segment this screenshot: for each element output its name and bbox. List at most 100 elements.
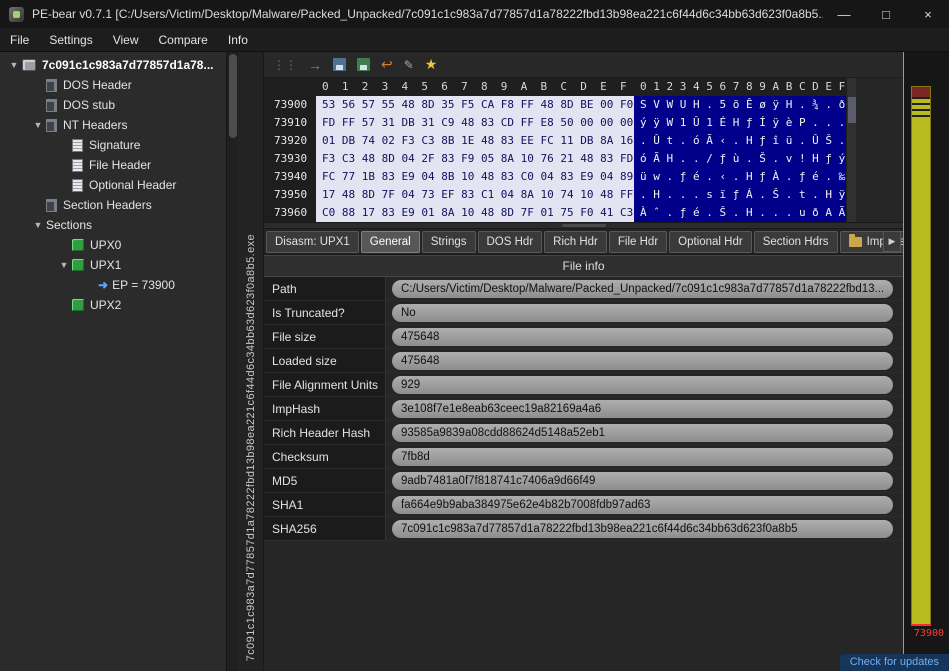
hex-scrollbar-thumb[interactable] bbox=[848, 97, 856, 123]
hex-bytes-row[interactable]: 01 DB 74 02 F3 C3 8B 1E 48 83 EE FC 11 D… bbox=[316, 132, 634, 150]
tree-item-dos-header[interactable]: DOS Header bbox=[0, 75, 226, 95]
hex-toolbar: ⋮⋮ → ↩ ✎ ★ bbox=[264, 52, 903, 78]
section-icon bbox=[72, 259, 84, 271]
file-size-value: 475648 bbox=[392, 328, 893, 346]
tab-optional-hdr[interactable]: Optional Hdr bbox=[669, 231, 752, 253]
undo-icon[interactable]: ↩ bbox=[381, 56, 393, 73]
title-bar: PE-bear v0.7.1 [C:/Users/Victim/Desktop/… bbox=[0, 0, 949, 28]
tree-item-optional-header[interactable]: Optional Header bbox=[0, 175, 226, 195]
file-alignment-value: 929 bbox=[392, 376, 893, 394]
chevron-down-icon[interactable]: ▼ bbox=[30, 120, 46, 130]
hex-bytes-row[interactable]: 17 48 8D 7F 04 73 EF 83 C1 04 8A 10 74 1… bbox=[316, 186, 634, 204]
tree-item-section-headers[interactable]: Section Headers bbox=[0, 195, 226, 215]
md5-value: 9adb7481a0f7f818741c7406a9d66f49 bbox=[392, 472, 893, 490]
tab-general[interactable]: General bbox=[361, 231, 420, 253]
hex-bytes-row[interactable]: F3 C3 48 8D 04 2F 83 F9 05 8A 10 76 21 4… bbox=[316, 150, 634, 168]
file-map-bar[interactable] bbox=[911, 86, 931, 626]
hex-bytes-row[interactable]: FD FF 57 31 DB 31 C9 48 83 CD FF E8 50 0… bbox=[316, 114, 634, 132]
is-truncated-value: No bbox=[392, 304, 893, 322]
dump-icon[interactable] bbox=[357, 58, 370, 71]
file-map-sections-segment bbox=[912, 97, 930, 119]
path-value: C:/Users/Victim/Desktop/Malware/Packed_U… bbox=[392, 280, 893, 298]
splitter-grip[interactable] bbox=[562, 224, 606, 227]
rich-header-hash-value: 93585a9839a08cdd88624d5148a52eb1 bbox=[392, 424, 893, 442]
ascii-row[interactable]: ü w . ƒ é . ‹ . H ƒ À . ƒ é . ‰ bbox=[634, 168, 846, 186]
tab-rich-hdr[interactable]: Rich Hdr bbox=[544, 231, 607, 253]
chevron-down-icon[interactable]: ▼ bbox=[56, 260, 72, 270]
hex-offset: 73920 bbox=[264, 132, 316, 150]
window-controls: — □ × bbox=[823, 0, 949, 28]
table-row: File size 475648 bbox=[264, 325, 903, 349]
ascii-row[interactable]: ý ÿ W 1 Û 1 É H ƒ Í ÿ è P . . . bbox=[634, 114, 846, 132]
main-panel: ⋮⋮ → ↩ ✎ ★ 73900 73910 73920 73930 73940… bbox=[264, 52, 903, 671]
menu-info[interactable]: Info bbox=[218, 30, 258, 50]
file-info-table: Path C:/Users/Victim/Desktop/Malware/Pac… bbox=[264, 277, 903, 671]
tree-scrollbar-thumb[interactable] bbox=[229, 54, 237, 138]
tree-item-root[interactable]: ▼ 7c091c1c983a7d77857d1a78... bbox=[0, 55, 226, 75]
ep-marker-label: 73900 bbox=[914, 628, 944, 639]
hex-bytes-row[interactable]: FC 77 1B 83 E9 04 8B 10 48 83 C0 04 83 E… bbox=[316, 168, 634, 186]
window-title: PE-bear v0.7.1 [C:/Users/Victim/Desktop/… bbox=[32, 7, 823, 21]
tree-item-file-header[interactable]: File Header bbox=[0, 155, 226, 175]
tree-item-dos-stub[interactable]: DOS stub bbox=[0, 95, 226, 115]
tab-dos-hdr[interactable]: DOS Hdr bbox=[478, 231, 543, 253]
page-icon bbox=[72, 139, 83, 152]
close-button[interactable]: × bbox=[907, 0, 949, 28]
header-icon bbox=[46, 119, 57, 132]
entry-point-arrow-icon: ➜ bbox=[98, 278, 108, 292]
save-icon[interactable] bbox=[333, 58, 346, 71]
tree-item-signature[interactable]: Signature bbox=[0, 135, 226, 155]
goto-offset-icon[interactable]: → bbox=[308, 57, 322, 73]
tab-scroll-right-button[interactable]: ▶ bbox=[883, 231, 901, 252]
menu-view[interactable]: View bbox=[103, 30, 149, 50]
edit-icon[interactable]: ✎ bbox=[404, 58, 414, 72]
hex-view: 73900 73910 73920 73930 73940 73950 7396… bbox=[264, 78, 903, 222]
maximize-button[interactable]: □ bbox=[865, 0, 907, 28]
ascii-row[interactable]: S V W U H . 5 õ Ê ø ÿ H . ¾ . ð bbox=[634, 96, 846, 114]
section-icon bbox=[72, 299, 84, 311]
tree-item-upx1[interactable]: ▼ UPX1 bbox=[0, 255, 226, 275]
menu-compare[interactable]: Compare bbox=[149, 30, 218, 50]
folder-icon bbox=[849, 237, 862, 247]
ep-marker-line bbox=[911, 624, 931, 626]
hex-offset: 73940 bbox=[264, 168, 316, 186]
tab-section-hdrs[interactable]: Section Hdrs bbox=[754, 231, 838, 253]
tree-item-upx0[interactable]: UPX0 bbox=[0, 235, 226, 255]
tree-scrollbar[interactable] bbox=[226, 52, 238, 671]
tab-file-hdr[interactable]: File Hdr bbox=[609, 231, 667, 253]
hex-bytes-row[interactable]: 53 56 57 55 48 8D 35 F5 CA F8 FF 48 8D B… bbox=[316, 96, 634, 114]
ascii-row[interactable]: . H . . . s ï ƒ Á . Š . t . H ÿ bbox=[634, 186, 846, 204]
tab-strings[interactable]: Strings bbox=[422, 231, 476, 253]
app-icon bbox=[9, 7, 24, 22]
check-for-updates-link[interactable]: Check for updates bbox=[840, 654, 949, 671]
hex-offset: 73930 bbox=[264, 150, 316, 168]
ascii-row[interactable]: ó Ã H . . / ƒ ù . Š . v ! H ƒ ý bbox=[634, 150, 846, 168]
menu-file[interactable]: File bbox=[0, 30, 39, 50]
hex-column-header: 0 1 2 3 4 5 6 7 8 9 A B C D E F bbox=[316, 78, 634, 96]
tree-item-nt-headers[interactable]: ▼ NT Headers bbox=[0, 115, 226, 135]
header-icon bbox=[46, 99, 57, 112]
ascii-row[interactable]: . Û t . ó Ã ‹ . H ƒ î ü . Û Š . bbox=[634, 132, 846, 150]
menu-settings[interactable]: Settings bbox=[39, 30, 102, 50]
offset-header bbox=[264, 78, 316, 96]
pe-structure-tree: ▼ 7c091c1c983a7d77857d1a78... DOS Header… bbox=[0, 52, 226, 671]
tree-item-sections[interactable]: ▼ Sections bbox=[0, 215, 226, 235]
hex-bytes-row[interactable]: C0 88 17 83 E9 01 8A 10 48 8D 7F 01 75 F… bbox=[316, 204, 634, 222]
page-icon bbox=[72, 159, 83, 172]
page-icon bbox=[72, 179, 83, 192]
detail-tabs: Disasm: UPX1 General Strings DOS Hdr Ric… bbox=[264, 229, 903, 255]
tab-disasm-upx1[interactable]: Disasm: UPX1 bbox=[266, 231, 359, 253]
splitter[interactable] bbox=[264, 222, 903, 229]
hex-scrollbar[interactable] bbox=[846, 78, 856, 222]
ascii-row[interactable]: À ˆ . ƒ é . Š . H . . . u ð A Ã bbox=[634, 204, 846, 222]
minimize-button[interactable]: — bbox=[823, 0, 865, 28]
hex-offset: 73950 bbox=[264, 186, 316, 204]
toolbar-drag-handle[interactable]: ⋮⋮ bbox=[273, 58, 297, 72]
chevron-down-icon[interactable]: ▼ bbox=[6, 60, 22, 70]
star-icon[interactable]: ★ bbox=[425, 56, 438, 73]
checksum-value: 7fb8d bbox=[392, 448, 893, 466]
hex-offset-column: 73900 73910 73920 73930 73940 73950 7396… bbox=[264, 78, 316, 222]
tree-item-upx2[interactable]: UPX2 bbox=[0, 295, 226, 315]
tree-item-entry-point[interactable]: ➜ EP = 73900 bbox=[0, 275, 226, 295]
chevron-down-icon[interactable]: ▼ bbox=[30, 220, 46, 230]
